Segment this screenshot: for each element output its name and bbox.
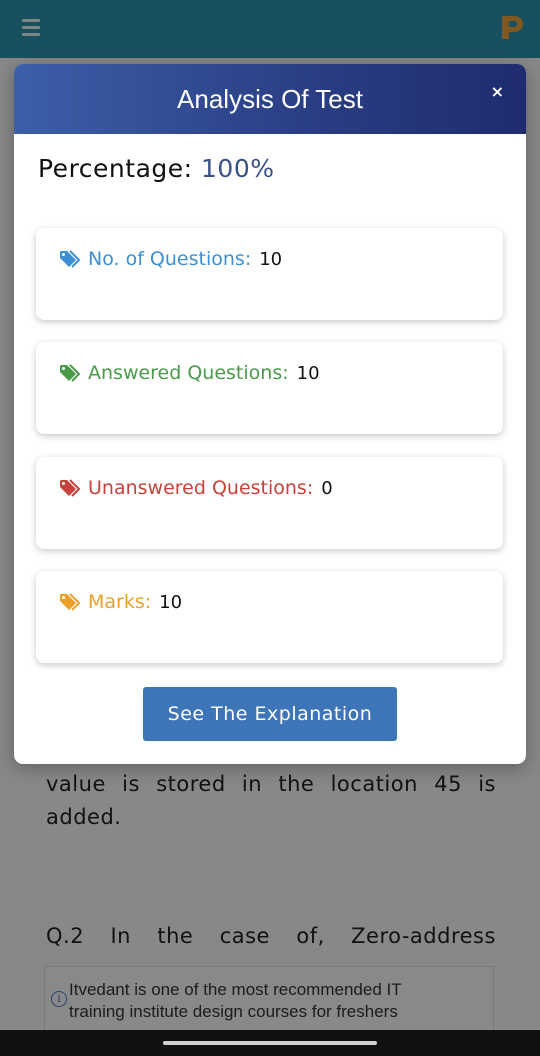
stat-card-answered: Answered Questions: 10 bbox=[36, 342, 503, 434]
home-indicator[interactable] bbox=[163, 1041, 377, 1045]
stat-value: 10 bbox=[159, 591, 183, 613]
stat-label: No. of Questions: bbox=[88, 248, 252, 270]
modal-title: Analysis Of Test bbox=[177, 84, 363, 114]
stat-card-unanswered: Unanswered Questions: 0 bbox=[36, 457, 503, 549]
stat-value: 0 bbox=[321, 477, 333, 499]
system-nav-bar bbox=[0, 1030, 540, 1056]
stat-label: Answered Questions: bbox=[88, 362, 289, 384]
percentage-value: 100% bbox=[201, 154, 275, 183]
stat-value: 10 bbox=[296, 362, 320, 384]
stat-label: Marks: bbox=[88, 591, 152, 613]
tag-icon bbox=[60, 593, 81, 611]
analysis-modal: Analysis Of Test × Percentage: 100% No. … bbox=[14, 64, 526, 764]
tag-icon bbox=[60, 479, 81, 497]
modal-header: Analysis Of Test × bbox=[14, 64, 526, 134]
tag-icon bbox=[60, 250, 81, 268]
stat-card-questions: No. of Questions: 10 bbox=[36, 228, 503, 320]
stat-card-marks: Marks: 10 bbox=[36, 571, 503, 663]
percentage-row: Percentage: 100% bbox=[38, 154, 275, 183]
tag-icon bbox=[60, 364, 81, 382]
see-explanation-button[interactable]: See The Explanation bbox=[143, 687, 397, 741]
stat-value: 10 bbox=[259, 248, 283, 270]
percentage-label: Percentage: bbox=[38, 154, 193, 183]
stat-label: Unanswered Questions: bbox=[88, 477, 314, 499]
close-button[interactable]: × bbox=[491, 82, 504, 101]
